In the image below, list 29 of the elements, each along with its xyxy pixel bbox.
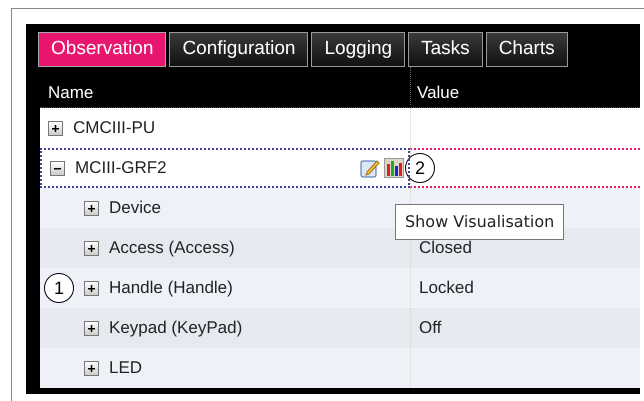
tab[interactable]: Configuration — [169, 32, 308, 67]
tree-item-label: LED — [109, 357, 142, 380]
tree-item-label: CMCIII-PU — [73, 117, 156, 140]
expand-icon[interactable] — [84, 320, 99, 336]
expand-icon[interactable] — [84, 200, 99, 216]
tree-item-label: MCIII-GRF2 — [75, 157, 167, 180]
value-text: Off — [419, 317, 442, 340]
tab[interactable]: Charts — [486, 32, 568, 67]
tab[interactable]: Tasks — [408, 32, 483, 67]
collapse-icon[interactable] — [50, 160, 65, 176]
bar-chart-icon[interactable] — [384, 158, 404, 178]
value-text: Locked — [419, 277, 474, 300]
tree-item-label: Handle (Handle) — [109, 277, 233, 300]
expand-icon[interactable] — [48, 120, 63, 136]
callout-number: 1 — [44, 273, 74, 303]
edit-icon[interactable] — [360, 158, 380, 178]
tab[interactable]: Logging — [311, 32, 406, 67]
tree-item-label: Access (Access) — [109, 237, 235, 260]
tree-item-label: Device — [109, 197, 161, 220]
expand-icon[interactable] — [84, 240, 99, 256]
tooltip: Show Visualisation — [395, 204, 564, 240]
value-text: Closed — [419, 237, 472, 260]
expand-icon[interactable] — [84, 280, 99, 296]
tab[interactable]: Observation — [38, 32, 166, 67]
column-header: Name — [48, 82, 94, 102]
callout-number: 2 — [405, 153, 435, 183]
tree-item-label: Keypad (KeyPad) — [109, 317, 242, 340]
column-header: Value — [417, 82, 460, 104]
expand-icon[interactable] — [84, 360, 99, 376]
